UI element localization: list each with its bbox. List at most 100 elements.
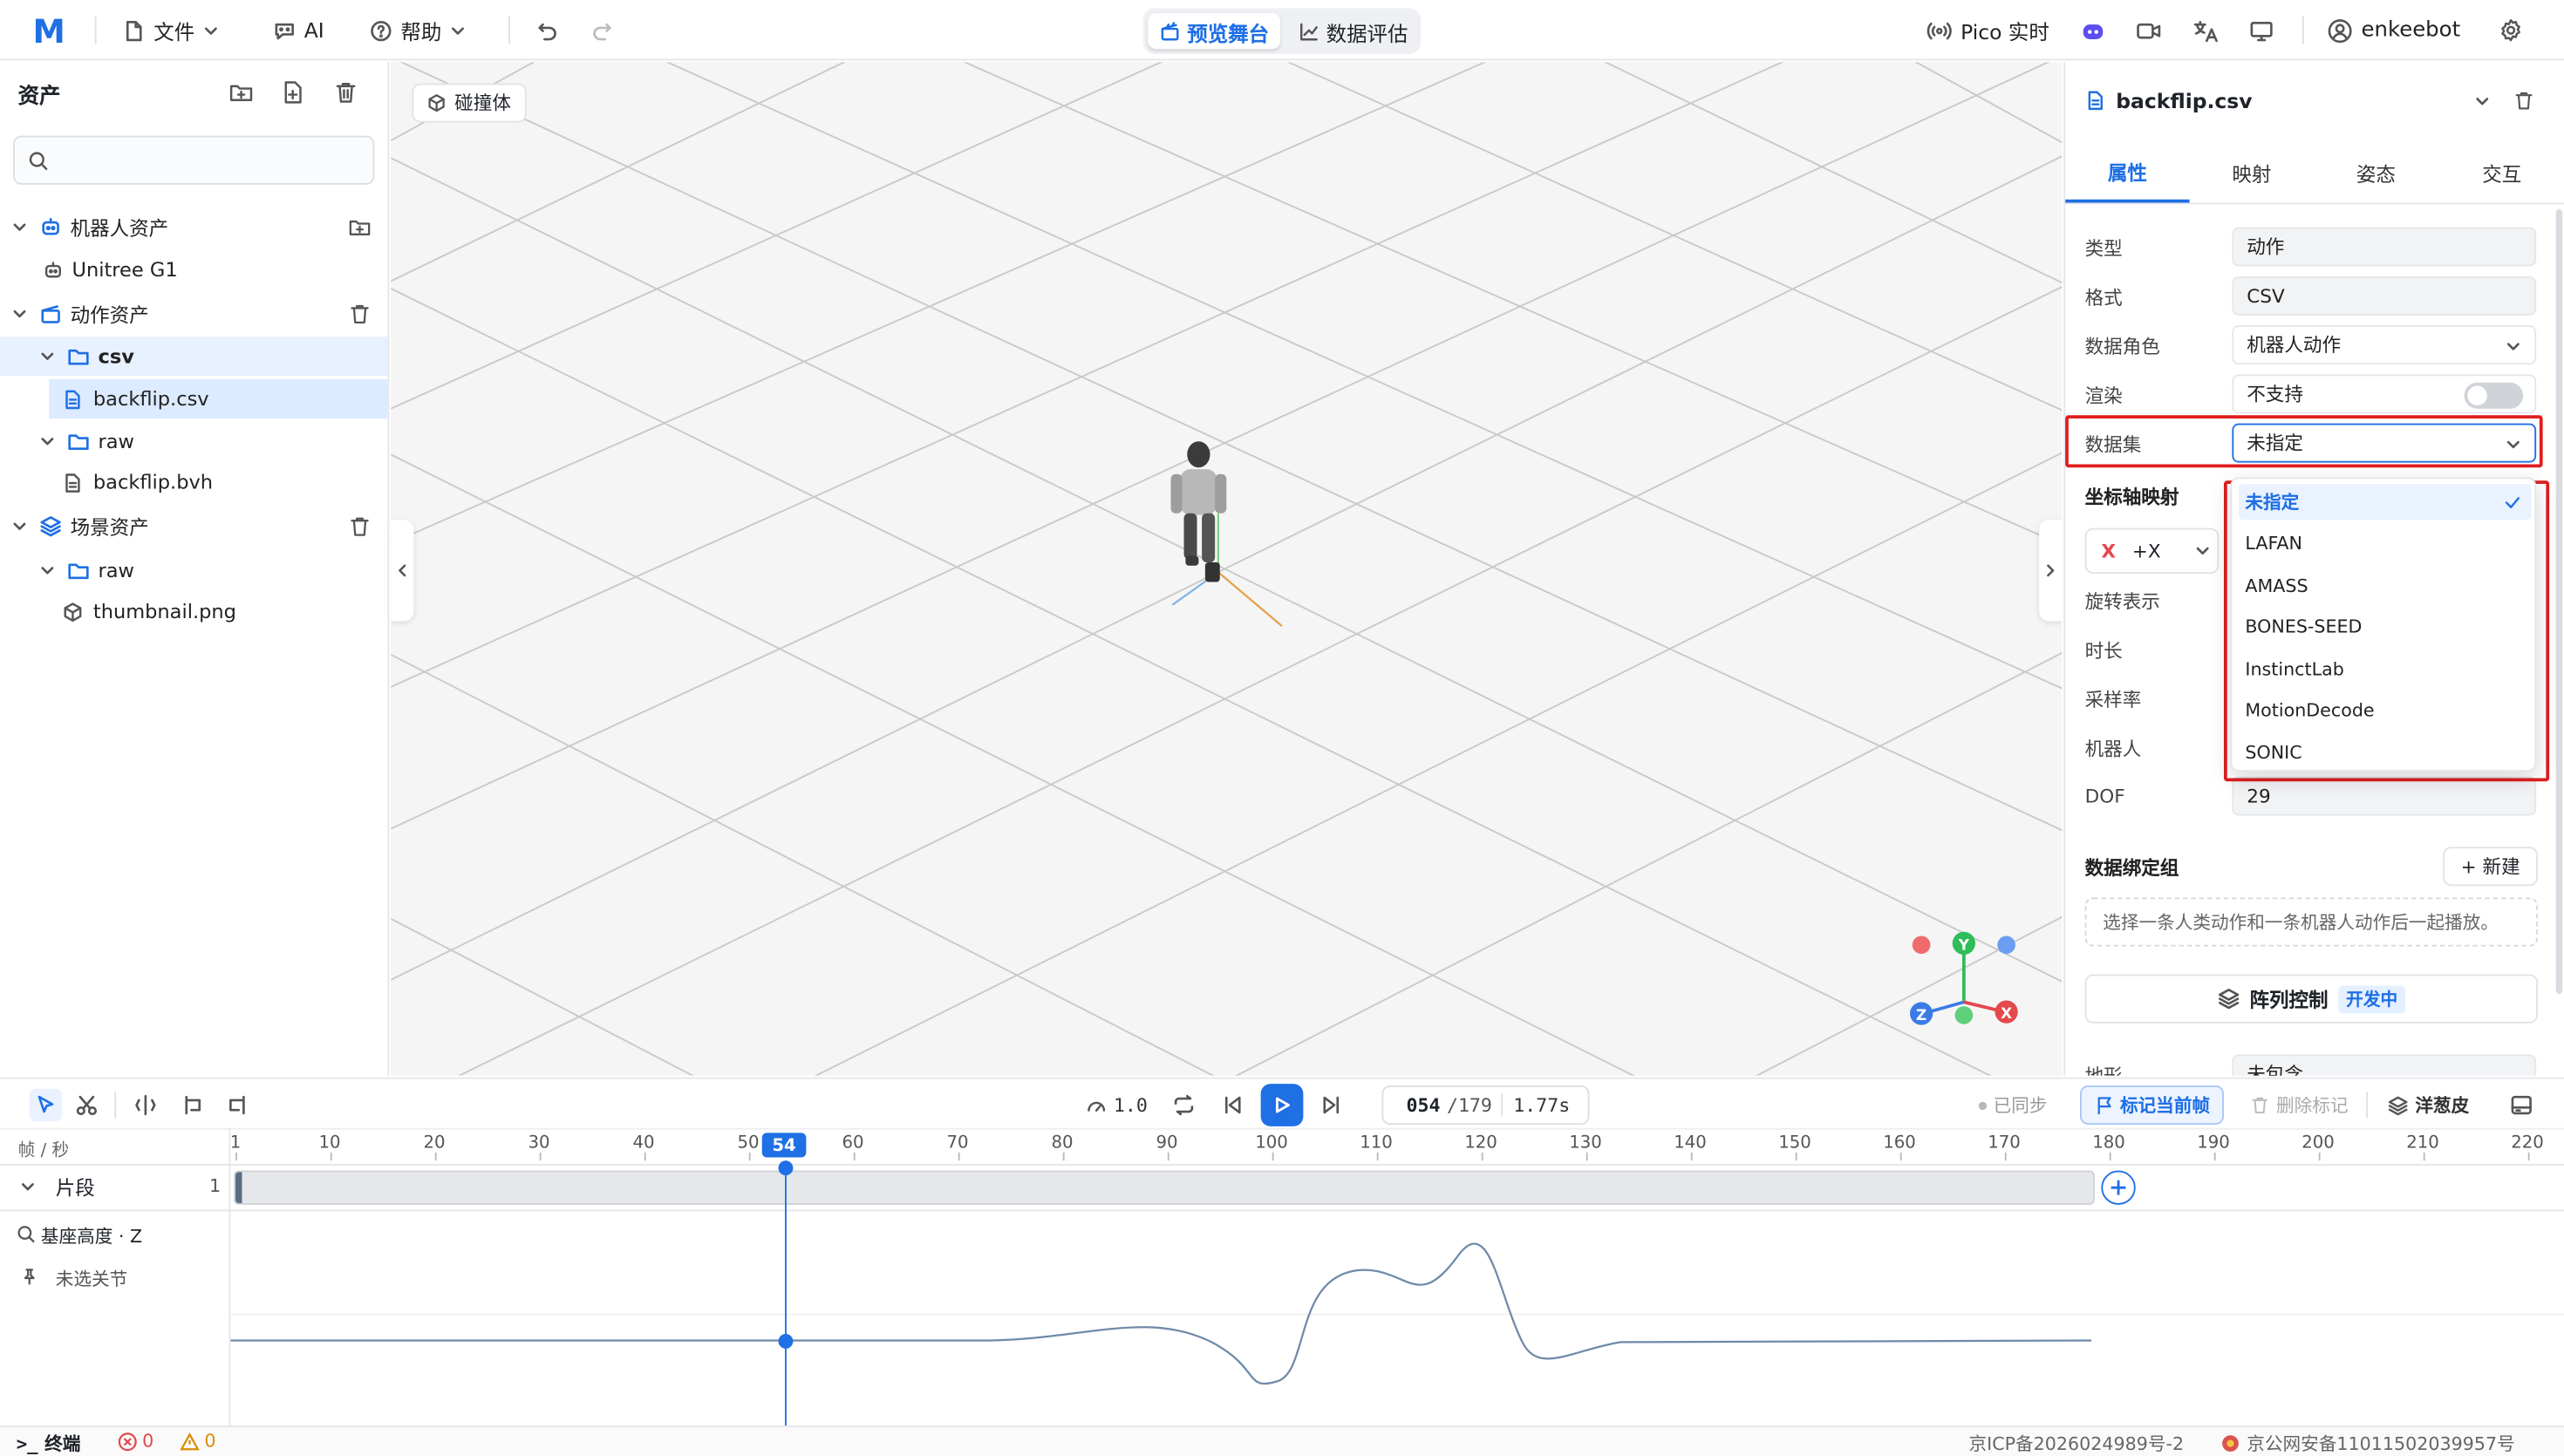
trash-icon[interactable] — [2513, 90, 2534, 111]
curve-graph[interactable] — [230, 1211, 2564, 1425]
translate-icon — [2193, 20, 2218, 42]
dataset-option-sonic[interactable]: SONIC — [2239, 734, 2532, 770]
user-menu[interactable]: enkeebot — [2327, 0, 2460, 60]
terminal-label: 终端 — [44, 1433, 81, 1455]
tree-file-backflip-csv[interactable]: backflip.csv — [49, 379, 388, 418]
tab-interaction[interactable]: 交互 — [2438, 144, 2564, 203]
ruler-tick-mark — [1375, 1152, 1378, 1161]
redo-button[interactable] — [590, 0, 613, 60]
tree-scene-folder-raw[interactable]: raw — [0, 551, 387, 590]
error-count[interactable]: 0 — [118, 1431, 153, 1452]
axis-x-tag: X — [2101, 539, 2117, 562]
robot-icon — [44, 261, 61, 277]
assistant-button[interactable] — [2080, 0, 2106, 60]
tab-pose[interactable]: 姿态 — [2314, 144, 2438, 203]
new-folder-icon[interactable] — [229, 80, 254, 105]
split-icon[interactable] — [134, 1093, 157, 1116]
mark-current-frame-button[interactable]: 标记当前帧 — [2080, 1085, 2224, 1125]
onion-skin-button[interactable]: 洋葱皮 — [2388, 1085, 2469, 1125]
undo-button[interactable] — [536, 0, 559, 60]
collapse-left-handle[interactable] — [391, 520, 414, 622]
3d-viewport[interactable]: Y X Z 碰撞体 — [391, 62, 2063, 1076]
new-file-icon[interactable] — [282, 80, 306, 105]
playhead-marker[interactable]: 54 — [761, 1133, 807, 1158]
dataset-option-unspecified[interactable]: 未指定 — [2238, 484, 2532, 520]
police-license[interactable]: 京公网安备11011502039957号 — [2220, 1431, 2515, 1456]
loop-icon[interactable] — [1172, 1093, 1195, 1116]
tree-label: csv — [98, 344, 134, 368]
new-binding-button[interactable]: + 新建 — [2443, 847, 2538, 887]
cube-icon — [64, 602, 82, 622]
tab-mapping[interactable]: 映射 — [2190, 144, 2315, 203]
panel-toggle-icon[interactable] — [2510, 1093, 2533, 1116]
select-tool-button[interactable] — [29, 1088, 63, 1122]
app-logo[interactable]: M — [33, 0, 65, 60]
clapper-icon — [41, 305, 60, 323]
dataset-option-instinctlab[interactable]: InstinctLab — [2239, 650, 2532, 686]
warning-count[interactable]: 0 — [180, 1431, 216, 1452]
axis-x-select[interactable]: X +X — [2084, 527, 2220, 575]
dataset-option-amass[interactable]: AMASS — [2239, 568, 2532, 603]
render-toggle[interactable] — [2464, 382, 2524, 409]
file-text-icon — [2088, 91, 2103, 111]
delete-mark-button[interactable]: 删除标记 — [2250, 1085, 2349, 1125]
skip-forward-icon[interactable] — [1320, 1093, 1342, 1116]
curve-point[interactable] — [778, 1334, 794, 1349]
trim-end-icon[interactable] — [226, 1093, 249, 1116]
tree-label: raw — [98, 559, 134, 582]
trim-start-icon[interactable] — [181, 1093, 204, 1116]
tree-file-backflip-bvh[interactable]: backflip.bvh — [0, 463, 387, 502]
dataset-option-lafan[interactable]: LAFAN — [2239, 525, 2532, 561]
ai-button[interactable]: AI — [273, 0, 324, 60]
logo-mark: M — [32, 10, 65, 51]
axis-mapping-label: 坐标轴映射 — [2084, 485, 2179, 509]
trash-icon[interactable] — [334, 80, 358, 105]
role-select[interactable]: 机器人动作 — [2232, 325, 2537, 365]
chevron-down-icon[interactable] — [20, 1179, 37, 1195]
array-control-button[interactable]: 阵列控制 开发中 — [2084, 974, 2538, 1024]
search-input[interactable] — [13, 135, 375, 185]
police-license-text: 京公网安备11011502039957号 — [2247, 1433, 2515, 1455]
tree-robot-assets[interactable]: 机器人资产 — [0, 208, 387, 247]
panel-scrollbar[interactable] — [2555, 209, 2563, 994]
chevron-left-icon — [399, 564, 406, 577]
pico-live-button[interactable]: Pico 实时 — [1926, 0, 2049, 60]
axis-gizmo[interactable]: Y X Z — [1910, 931, 2018, 1025]
tab-properties[interactable]: 属性 — [2065, 144, 2190, 203]
dataset-option-motiondecode[interactable]: MotionDecode — [2239, 691, 2532, 727]
display-button[interactable] — [2248, 0, 2274, 60]
chevron-down-icon[interactable] — [2474, 93, 2491, 110]
tab-data-eval[interactable]: 数据评估 — [1287, 13, 1420, 49]
ruler-tick-mark — [2003, 1152, 2006, 1161]
settings-button[interactable] — [2499, 0, 2523, 60]
help-menu[interactable]: 帮助 — [370, 0, 467, 60]
add-folder-icon[interactable] — [348, 216, 371, 239]
playhead-knob[interactable] — [778, 1160, 794, 1176]
tree-folder-csv[interactable]: csv — [0, 337, 388, 377]
frame-counter[interactable]: 054 /179 1.77s — [1381, 1085, 1590, 1125]
language-button[interactable] — [2192, 0, 2219, 60]
tree-motion-assets[interactable]: 动作资产 — [0, 295, 387, 334]
scissors-icon[interactable] — [75, 1093, 98, 1116]
add-clip-button[interactable] — [2101, 1170, 2136, 1205]
ruler-tick-label: 30 — [528, 1133, 550, 1153]
trash-icon[interactable] — [348, 303, 371, 325]
clip-bar[interactable] — [234, 1170, 2095, 1205]
terminal-toggle[interactable]: >_ 终端 — [17, 1431, 81, 1456]
file-menu[interactable]: 文件 — [123, 0, 220, 60]
ruler-tick-label: 190 — [2197, 1133, 2230, 1153]
camera-button[interactable] — [2136, 0, 2162, 60]
trash-icon[interactable] — [348, 515, 371, 538]
icp-license[interactable]: 京ICP备2026024989号-2 — [1969, 1431, 2185, 1456]
skip-back-icon[interactable] — [1222, 1093, 1244, 1116]
collider-button[interactable]: 碰撞体 — [412, 83, 526, 123]
tree-unitree-g1[interactable]: Unitree G1 — [0, 250, 387, 289]
tree-file-thumbnail[interactable]: thumbnail.png — [0, 592, 387, 631]
playback-speed[interactable]: 1.0 — [1086, 1085, 1148, 1125]
tab-preview-stage[interactable]: 预览舞台 — [1148, 13, 1281, 50]
dataset-option-bones-seed[interactable]: BONES-SEED — [2239, 609, 2532, 644]
collapse-right-handle[interactable] — [2039, 520, 2063, 622]
tree-folder-raw[interactable]: raw — [0, 422, 387, 461]
tree-scene-assets[interactable]: 场景资产 — [0, 507, 387, 546]
play-button[interactable] — [1260, 1084, 1304, 1126]
